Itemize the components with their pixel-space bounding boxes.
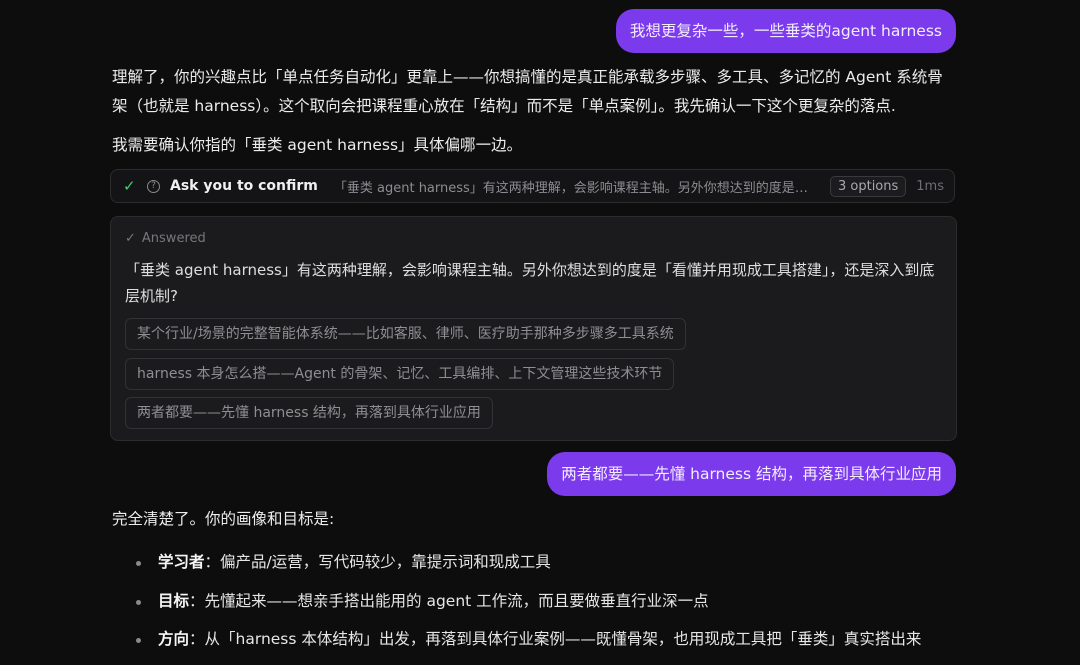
bullet-dot [136,600,141,605]
user-message-bubble: 我想更复杂一些，一些垂类的agent harness [615,9,956,53]
tool-call-preview: 「垂类 agent harness」有这两种理解，会影响课程主轴。另外你想达到的… [333,180,818,196]
tool-call-row[interactable]: ✓ ? Ask you to confirm 「垂类 agent harness… [110,169,955,203]
option-button[interactable]: 两者都要——先懂 harness 结构，再落到具体行业应用 [125,397,493,429]
user-message-text: 两者都要——先懂 harness 结构，再落到具体行业应用 [561,465,942,483]
answer-card: ✓ Answered 「垂类 agent harness」有这两种理解，会影响课程… [110,216,957,441]
tool-call-duration: 1ms [916,178,944,194]
assistant-message-text: 理解了，你的兴趣点比「单点任务自动化」更靠上——你想搞懂的是真正能承载多步骤、多… [112,68,943,115]
options-count-badge[interactable]: 3 options [829,175,907,197]
list-item-text: ：先懂起来——想亲手搭出能用的 agent 工作流，而且要做垂直行业深一点 [189,592,709,610]
bullet-dot [136,561,141,566]
tool-call-name: Ask you to confirm [170,178,318,194]
answered-label: Answered [141,231,206,246]
list-item-text: ：偏产品/运营，写代码较少，靠提示词和现成工具 [204,553,551,571]
option-button[interactable]: harness 本身怎么搭——Agent 的骨架、记忆、工具编排、上下文管理这些… [125,358,675,390]
option-button[interactable]: 某个行业/场景的完整智能体系统——比如客服、律师、医疗助手那种多步骤多工具系统 [125,318,686,350]
user-message-text: 我想更复杂一些，一些垂类的agent harness [629,22,942,40]
list-item-label: 目标 [158,592,190,610]
assistant-message-paragraph: 理解了，你的兴趣点比「单点任务自动化」更靠上——你想搞懂的是真正能承载多步骤、多… [112,63,952,121]
answered-status: ✓ Answered [125,231,206,246]
check-icon: ✓ [123,177,136,195]
assistant-message-paragraph-2: 我需要确认你指的「垂类 agent harness」具体偏哪一边。 [112,131,952,160]
check-icon: ✓ [125,231,136,246]
assistant-message-text: 完全清楚了。你的画像和目标是: [112,510,335,528]
assistant-message-paragraph-3: 完全清楚了。你的画像和目标是: [112,505,952,534]
question-bubble-icon: ? [147,179,160,193]
user-message-bubble-2: 两者都要——先懂 harness 结构，再落到具体行业应用 [547,452,956,496]
assistant-message-text: 我需要确认你指的「垂类 agent harness」具体偏哪一边。 [112,136,523,154]
list-item-text: ：从「harness 本体结构」出发，再落到具体行业案例——既懂骨架，也用现成工… [189,630,922,648]
question-text: 「垂类 agent harness」有这两种理解，会影响课程主轴。另外你想达到的… [125,261,935,305]
list-item-label: 学习者 [158,553,205,571]
bullet-dot [136,638,141,643]
list-item-label: 方向 [158,630,190,648]
